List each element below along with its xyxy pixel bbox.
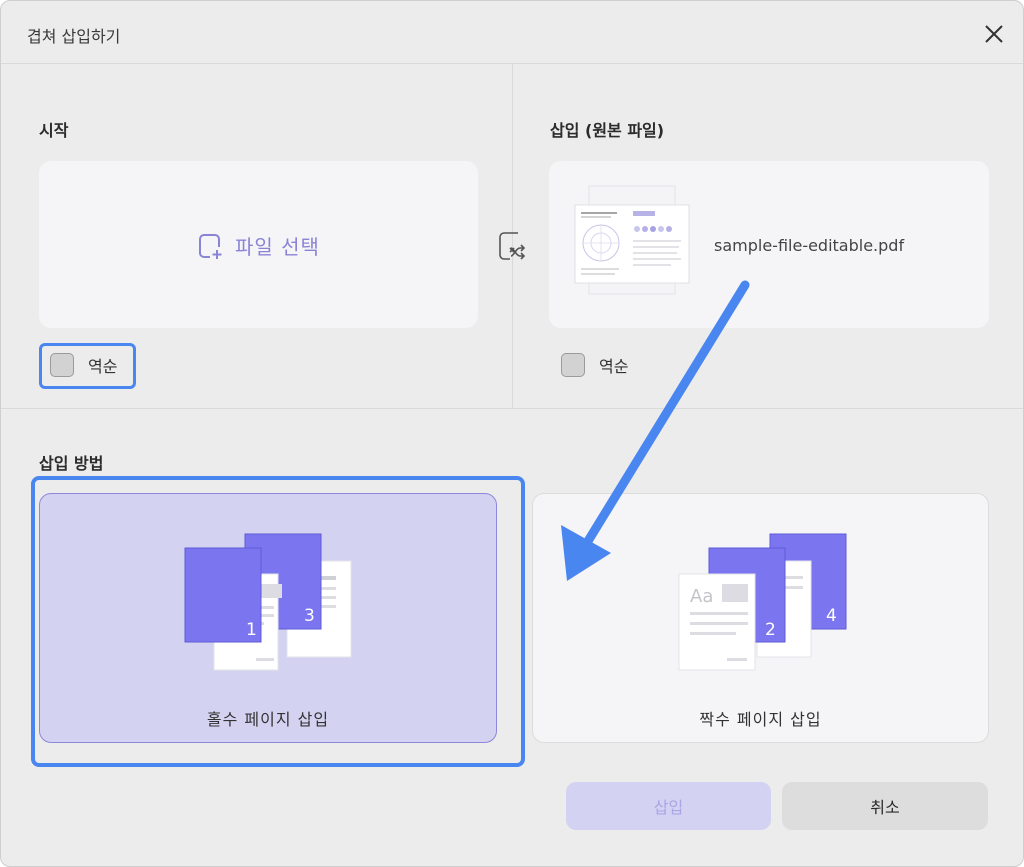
checkbox-box[interactable] <box>50 353 74 377</box>
divider <box>1 408 1023 409</box>
close-button[interactable] <box>979 19 1009 49</box>
dialog-title: 겹쳐 삽입하기 <box>27 27 121 46</box>
swap-button[interactable] <box>498 231 526 261</box>
file-select-button[interactable]: 파일 선택 <box>197 231 320 260</box>
insert-button[interactable]: 삽입 <box>566 782 771 830</box>
file-name: sample-file-editable.pdf <box>714 236 905 255</box>
even-pages-card[interactable]: Aa 2 4 짝수 페이지 삽입 <box>532 493 989 743</box>
start-heading: 시작 <box>39 121 69 140</box>
even-pages-label: 짝수 페이지 삽입 <box>699 710 822 729</box>
close-icon <box>985 25 1003 43</box>
odd-pages-label: 홀수 페이지 삽입 <box>206 710 330 729</box>
aa-glyph: Aa <box>690 586 713 607</box>
add-file-icon <box>199 233 222 259</box>
checkbox-box[interactable] <box>561 353 585 377</box>
page-number-3: 3 <box>304 606 315 626</box>
method-heading: 삽입 방법 <box>39 454 104 473</box>
odd-pages-illustration: 1 3 <box>184 533 352 671</box>
start-file-dropzone[interactable]: 파일 선택 <box>39 161 478 328</box>
reverse-label: 역순 <box>599 357 629 376</box>
reverse-label: 역순 <box>88 357 118 376</box>
title-bar: 겹쳐 삽입하기 <box>1 1 1023 63</box>
swap-icon <box>499 232 526 260</box>
start-reverse-checkbox[interactable]: 역순 <box>50 353 117 377</box>
pdf-thumbnail <box>574 185 690 295</box>
page-number-1: 1 <box>246 620 257 640</box>
insert-heading: 삽입 (원본 파일) <box>550 121 665 140</box>
page-number-4: 4 <box>826 606 837 626</box>
page-number-2: 2 <box>765 620 776 640</box>
cancel-button[interactable]: 취소 <box>782 782 988 830</box>
overlay-insert-dialog: 겹쳐 삽입하기 시작 파일 선택 역순 삽입 (원본 파일) sample-fi… <box>0 0 1024 867</box>
odd-pages-card[interactable]: 1 3 홀수 페이지 삽입 <box>39 493 497 743</box>
insert-reverse-checkbox[interactable]: 역순 <box>561 353 628 377</box>
file-select-label: 파일 선택 <box>235 235 320 259</box>
even-pages-illustration: Aa 2 4 <box>678 533 847 671</box>
